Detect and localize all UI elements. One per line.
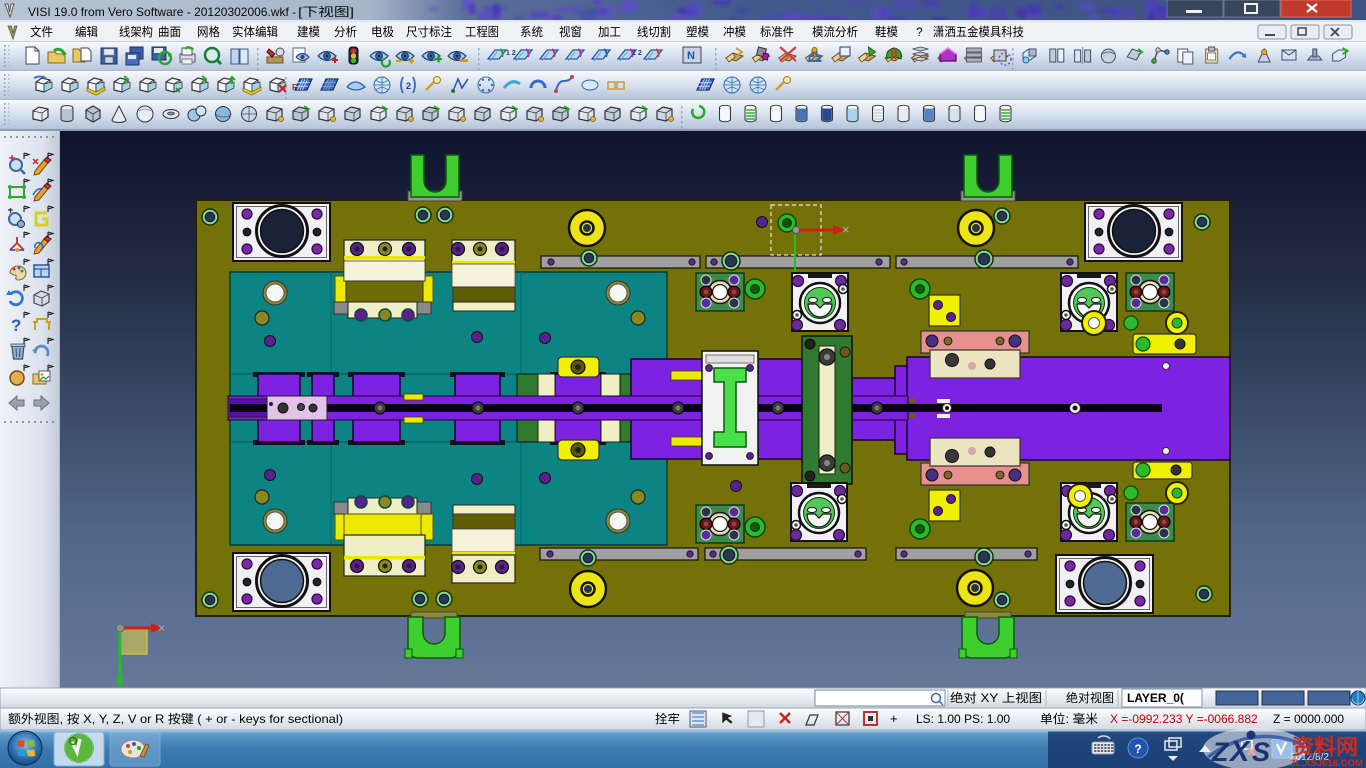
svg-text:线切割: 线切割	[637, 24, 671, 39]
svg-text:Z: Z	[1211, 737, 1230, 767]
svg-text:VISI 19.0 from Vero Software: VISI 19.0 from Vero Software - 201203020…	[28, 5, 296, 19]
svg-text:塑模: 塑模	[686, 24, 709, 39]
svg-text:文件: 文件	[30, 24, 53, 39]
svg-text:资料网: 资料网	[1292, 736, 1358, 759]
svg-text:曲面: 曲面	[158, 25, 181, 39]
svg-text:实体编辑: 实体编辑	[232, 24, 278, 39]
svg-text:视窗: 视窗	[559, 24, 582, 39]
svg-text:鞋模: 鞋模	[875, 24, 898, 39]
svg-text:?: ?	[916, 25, 923, 39]
svg-text:+: +	[890, 711, 898, 726]
svg-text:Z = 0000.000: Z = 0000.000	[1273, 712, 1344, 726]
svg-text:ZL.XSJ616.COM: ZL.XSJ616.COM	[1290, 758, 1363, 768]
svg-text:加工: 加工	[598, 25, 621, 39]
svg-text:编辑: 编辑	[75, 24, 98, 39]
svg-text:LAYER_0(: LAYER_0(	[1127, 691, 1184, 705]
svg-text:单位: 毫米: 单位: 毫米	[1040, 711, 1098, 726]
svg-text:额外视图, 按 X, Y, Z, V or R 按键 ( +: 额外视图, 按 X, Y, Z, V or R 按键 ( + or - keys…	[8, 711, 343, 726]
svg-text:冲模: 冲模	[723, 24, 746, 39]
svg-text:[下视图]: [下视图]	[298, 4, 354, 19]
svg-text:潇洒五金模具科技: 潇洒五金模具科技	[933, 24, 1024, 39]
svg-text:电极: 电极	[371, 25, 394, 39]
svg-text:系统: 系统	[520, 25, 543, 39]
svg-text:×: ×	[158, 621, 165, 635]
svg-text:?: ?	[1134, 742, 1141, 756]
svg-text:拴牢: 拴牢	[655, 711, 680, 726]
svg-text:2: 2	[406, 81, 411, 91]
svg-text:X: X	[1228, 736, 1251, 768]
svg-text:工程图: 工程图	[465, 24, 499, 39]
svg-text:S: S	[1252, 737, 1270, 767]
svg-text:建模: 建模	[297, 25, 320, 39]
svg-text:1 2: 1 2	[506, 50, 516, 57]
svg-text:X =-0992.233 Y =-0066.882: X =-0992.233 Y =-0066.882	[1110, 712, 1258, 726]
svg-text:尺寸标注: 尺寸标注	[406, 24, 452, 39]
svg-text:绝对视图: 绝对视图	[1066, 690, 1114, 705]
svg-text:分析: 分析	[334, 25, 357, 39]
svg-text:线架构: 线架构	[119, 24, 153, 39]
svg-text:模流分析: 模流分析	[812, 25, 858, 39]
svg-text:N: N	[687, 50, 695, 62]
svg-text:1 2: 1 2	[632, 50, 642, 57]
svg-text:绝对 XY 上视图: 绝对 XY 上视图	[950, 690, 1042, 705]
svg-text:×: ×	[842, 222, 850, 237]
svg-text:LS: 1.00 PS: 1.00: LS: 1.00 PS: 1.00	[916, 712, 1010, 726]
svg-text:标准件: 标准件	[760, 25, 794, 39]
svg-text:网格: 网格	[197, 24, 220, 39]
svg-text:?: ?	[11, 316, 21, 335]
